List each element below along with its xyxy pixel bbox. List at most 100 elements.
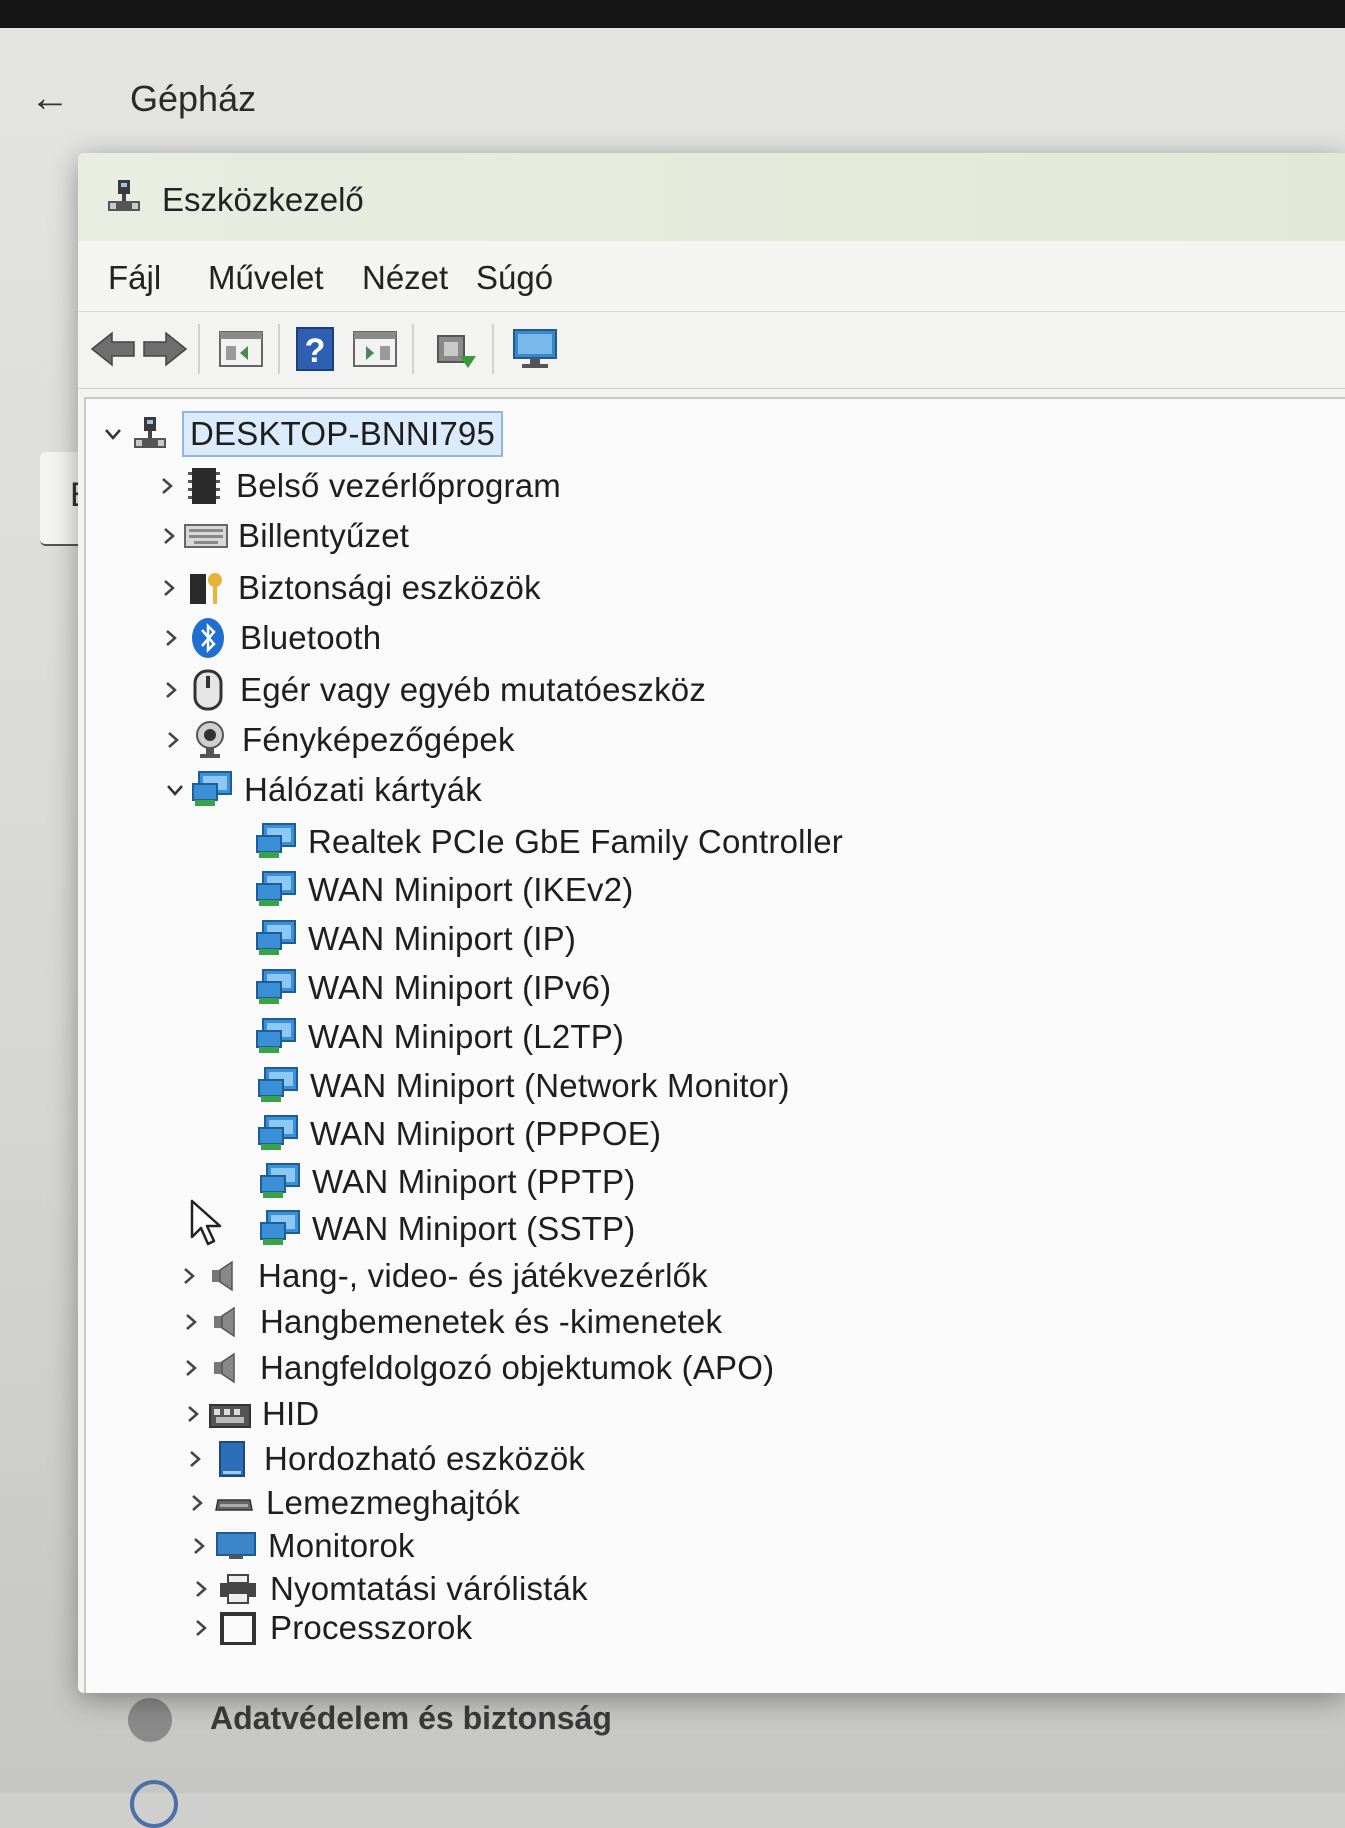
back-arrow-icon[interactable]: ←	[30, 76, 74, 120]
chevron-right-icon[interactable]	[158, 725, 188, 755]
chevron-down-icon[interactable]	[160, 775, 190, 805]
chevron-right-icon[interactable]	[186, 1574, 216, 1604]
tree-root-computer[interactable]: DESKTOP-BNNI795	[98, 411, 503, 457]
chevron-right-icon[interactable]	[156, 623, 186, 653]
menu-view[interactable]: Nézet	[356, 255, 454, 301]
mouse-icon	[186, 668, 230, 712]
settings-item-privacy-security[interactable]: Adatvédelem és biztonság	[210, 1700, 612, 1737]
network-adapter-icon	[256, 1064, 300, 1108]
tree-category-processors[interactable]: Processzorok	[186, 1611, 472, 1645]
tree-device-network-8[interactable]: WAN Miniport (SSTP)	[258, 1206, 635, 1252]
tree-category-network-adapters[interactable]: Hálózati kártyák	[160, 767, 482, 813]
webcam-icon	[188, 718, 232, 762]
tree-category-firmware[interactable]: Belső vezérlőprogram	[152, 463, 561, 509]
tree-device-network-1[interactable]: WAN Miniport (IKEv2)	[254, 867, 634, 913]
toolbar-update-driver-button[interactable]	[430, 324, 480, 374]
settings-page-title: Gépház	[130, 78, 257, 119]
toolbar-separator	[278, 324, 280, 374]
tree-device-label: WAN Miniport (SSTP)	[312, 1210, 636, 1247]
keyboard-icon	[184, 514, 228, 558]
portable-device-icon	[210, 1437, 254, 1481]
network-adapter-icon	[256, 1112, 300, 1156]
bluetooth-icon	[186, 616, 230, 660]
chevron-right-icon[interactable]	[152, 471, 182, 501]
tree-category-label: Hang-, video- és játékvezérlők	[258, 1257, 708, 1294]
chevron-right-icon[interactable]	[176, 1307, 206, 1337]
tree-category-label: Nyomtatási várólisták	[270, 1570, 588, 1607]
printer-icon	[216, 1567, 260, 1611]
tree-category-mouse[interactable]: Egér vagy egyéb mutatóeszköz	[156, 667, 706, 713]
tree-category-bluetooth[interactable]: Bluetooth	[156, 615, 381, 661]
tree-category-apo[interactable]: Hangfeldolgozó objektumok (APO)	[176, 1345, 774, 1391]
device-manager-icon	[108, 180, 140, 211]
chevron-right-icon[interactable]	[156, 675, 186, 705]
chevron-right-icon[interactable]	[186, 1613, 216, 1643]
tree-category-hid[interactable]: HID	[178, 1391, 319, 1437]
tree-device-label: WAN Miniport (IKEv2)	[308, 871, 634, 908]
network-adapter-icon	[190, 768, 234, 812]
tree-device-network-5[interactable]: WAN Miniport (Network Monitor)	[256, 1063, 790, 1109]
chevron-right-icon[interactable]	[184, 1531, 214, 1561]
toolbar-action-pane-button[interactable]	[350, 324, 400, 374]
tree-root-label: DESKTOP-BNNI795	[182, 411, 503, 457]
network-adapter-icon	[254, 820, 298, 864]
tree-category-label: Processzorok	[270, 1611, 473, 1645]
toolbar-console-tree-button[interactable]	[216, 324, 266, 374]
network-adapter-icon	[254, 917, 298, 961]
tree-device-label: Realtek PCIe GbE Family Controller	[308, 823, 843, 860]
tree-category-label: Billentyűzet	[238, 517, 410, 554]
chevron-right-icon[interactable]	[154, 521, 184, 551]
tree-category-label: Egér vagy egyéb mutatóeszköz	[240, 671, 707, 708]
tree-category-keyboard[interactable]: Billentyűzet	[154, 513, 409, 559]
toolbar-help-button[interactable]: ?	[290, 324, 340, 374]
tree-device-label: WAN Miniport (Network Monitor)	[310, 1067, 790, 1104]
tree-device-label: WAN Miniport (PPPOE)	[310, 1115, 662, 1152]
menu-file[interactable]: Fájl	[102, 255, 167, 301]
chevron-right-icon[interactable]	[174, 1261, 204, 1291]
toolbar-back-button[interactable]	[88, 324, 138, 374]
toolbar-forward-button[interactable]	[140, 324, 190, 374]
toolbar: ?	[78, 311, 1345, 389]
tree-category-audio-io[interactable]: Hangbemenetek és -kimenetek	[176, 1299, 722, 1345]
console-tree-icon	[219, 331, 263, 367]
firmware-chip-icon	[182, 464, 226, 508]
tree-category-portable-devices[interactable]: Hordozható eszközök	[180, 1436, 585, 1482]
tree-category-security-devices[interactable]: Biztonsági eszközök	[154, 565, 541, 611]
tree-device-network-3[interactable]: WAN Miniport (IPv6)	[254, 965, 611, 1011]
tree-device-label: WAN Miniport (PPTP)	[312, 1163, 636, 1200]
speaker-icon	[206, 1300, 250, 1344]
menu-bar: Fájl Művelet Nézet Súgó	[78, 241, 1345, 311]
tree-device-network-2[interactable]: WAN Miniport (IP)	[254, 916, 576, 962]
chevron-right-icon[interactable]	[180, 1444, 210, 1474]
tree-category-label: Bluetooth	[240, 619, 382, 656]
chevron-right-icon[interactable]	[182, 1488, 212, 1518]
toolbar-scan-hardware-button[interactable]	[510, 324, 560, 374]
help-icon-glyph: ?	[305, 332, 326, 370]
tree-device-network-4[interactable]: WAN Miniport (L2TP)	[254, 1014, 624, 1060]
update-driver-icon	[437, 335, 476, 368]
chevron-right-icon[interactable]	[154, 573, 184, 603]
tree-category-sound[interactable]: Hang-, video- és játékvezérlők	[174, 1253, 708, 1299]
tree-device-network-7[interactable]: WAN Miniport (PPTP)	[258, 1159, 635, 1205]
security-key-icon	[184, 566, 228, 610]
forward-arrow-icon	[143, 331, 188, 367]
network-adapter-icon	[254, 1015, 298, 1059]
tree-category-disk-drives[interactable]: Lemezmeghajtók	[182, 1480, 520, 1526]
menu-help[interactable]: Súgó	[470, 255, 559, 301]
chevron-right-icon[interactable]	[176, 1353, 206, 1383]
menu-action[interactable]: Művelet	[202, 255, 330, 301]
tree-category-monitors[interactable]: Monitorok	[184, 1523, 415, 1569]
chevron-down-icon[interactable]	[98, 419, 128, 449]
network-adapter-icon	[258, 1160, 302, 1204]
tree-device-network-6[interactable]: WAN Miniport (PPPOE)	[256, 1111, 661, 1157]
action-pane-icon	[353, 331, 397, 367]
screen-top-edge	[0, 0, 1345, 28]
chevron-right-icon[interactable]	[178, 1399, 208, 1429]
hid-device-icon	[208, 1392, 252, 1436]
tree-device-network-0[interactable]: Realtek PCIe GbE Family Controller	[254, 819, 843, 865]
toolbar-separator	[492, 324, 494, 374]
processor-icon	[216, 1611, 260, 1645]
tree-category-cameras[interactable]: Fényképezőgépek	[158, 717, 515, 763]
tree-category-label: Biztonsági eszközök	[238, 569, 541, 606]
tree-category-print-queues[interactable]: Nyomtatási várólisták	[186, 1566, 588, 1612]
